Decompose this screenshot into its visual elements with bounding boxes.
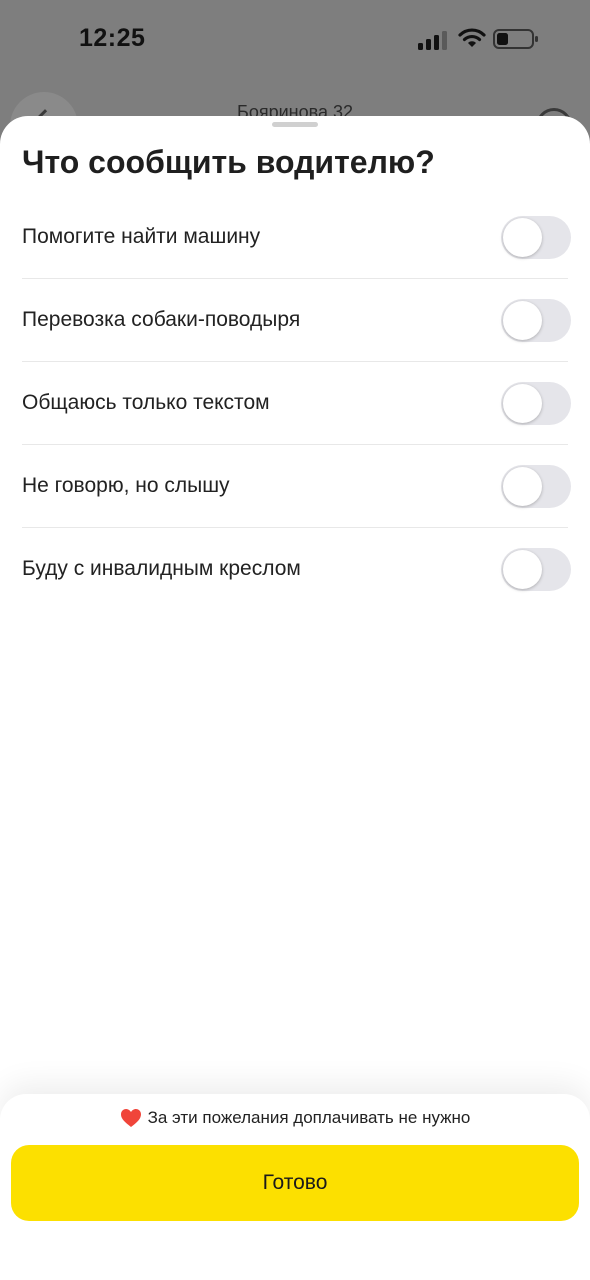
guide-dog-toggle[interactable] <box>501 299 571 342</box>
option-label: Общаюсь только текстом <box>22 391 270 414</box>
heart-icon <box>120 1109 141 1127</box>
option-label: Помогите найти машину <box>22 225 261 248</box>
option-cannot-speak[interactable]: Не говорю, но слышу <box>22 445 571 528</box>
toggle-knob <box>503 218 542 257</box>
sheet-title: Что сообщить водителю? <box>22 144 435 180</box>
toggle-knob <box>503 384 542 423</box>
option-wheelchair[interactable]: Буду с инвалидным креслом <box>22 528 571 611</box>
toggle-knob <box>503 550 542 589</box>
battery-icon <box>493 29 538 49</box>
option-find-car[interactable]: Помогите найти машину <box>22 196 571 279</box>
sheet-grabber[interactable] <box>272 122 318 127</box>
wheelchair-toggle[interactable] <box>501 548 571 591</box>
free-wishes-text: За эти пожелания доплачивать не нужно <box>147 1108 471 1127</box>
option-label: Перевозка собаки-поводыря <box>22 308 301 331</box>
cannot-speak-toggle[interactable] <box>501 465 571 508</box>
option-text-only[interactable]: Общаюсь только текстом <box>22 362 571 445</box>
text-only-toggle[interactable] <box>501 382 571 425</box>
option-label: Не говорю, но слышу <box>22 474 230 497</box>
wifi-icon <box>458 28 486 47</box>
free-wishes-note: За эти пожелания доплачивать не нужно <box>0 1108 590 1128</box>
status-bar: 12:25 <box>0 0 590 82</box>
toggle-knob <box>503 467 542 506</box>
option-guide-dog[interactable]: Перевозка собаки-поводыря <box>22 279 571 362</box>
find-car-toggle[interactable] <box>501 216 571 259</box>
cellular-signal-icon <box>418 31 447 50</box>
status-time: 12:25 <box>79 24 146 52</box>
toggle-knob <box>503 301 542 340</box>
sheet-footer: За эти пожелания доплачивать не нужно Го… <box>0 1094 590 1280</box>
screen: 12:25 Бояринова 32 Что сообщить водителю… <box>0 0 590 1280</box>
option-label: Буду с инвалидным креслом <box>22 557 301 580</box>
driver-message-options: Помогите найти машину Перевозка собаки-п… <box>22 196 571 611</box>
done-button[interactable]: Готово <box>11 1145 579 1221</box>
